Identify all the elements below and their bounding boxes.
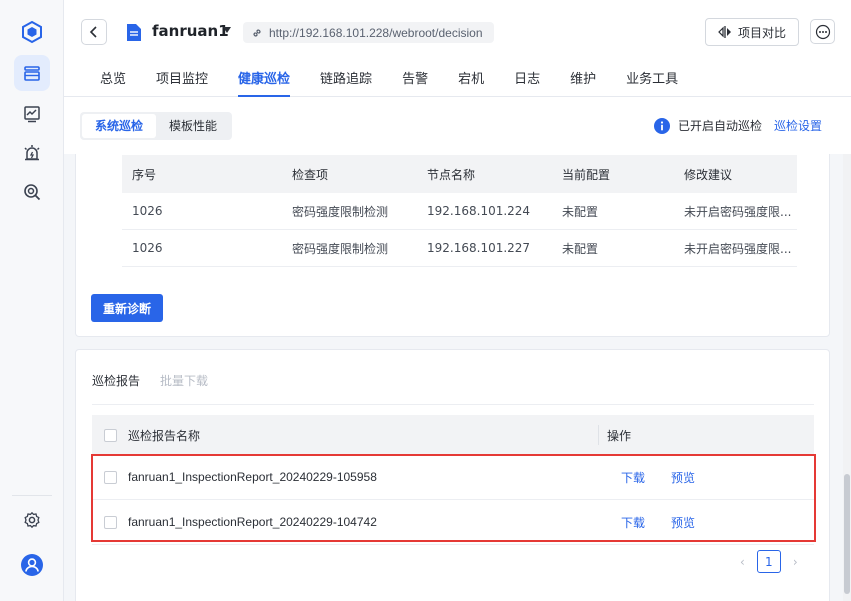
cell-current-config: 未配置 [562, 204, 599, 219]
tab-health-inspection[interactable]: 健康巡检 [238, 60, 291, 97]
report-table-header: 巡检报告名称 操作 [92, 415, 814, 455]
link-icon [253, 28, 261, 37]
report-name: fanruan1_InspectionReport_20240229-10595… [128, 470, 377, 484]
info-icon [654, 117, 670, 134]
report-name: fanruan1_InspectionReport_20240229-10474… [128, 515, 377, 529]
settings-icon[interactable] [14, 502, 50, 538]
inspection-mode-switch: 系统巡检 模板性能 [80, 112, 233, 140]
column-divider [598, 425, 599, 445]
tab-inspection-reports[interactable]: 巡检报告 [92, 372, 140, 389]
preview-link[interactable]: 预览 [671, 469, 695, 486]
back-arrow-icon [89, 26, 97, 38]
inspection-settings-link[interactable]: 巡检设置 [774, 117, 822, 134]
report-card: 巡检报告 批量下载 巡检报告名称 操作 fanruan1_InspectionR… [75, 349, 830, 601]
cell-suggestion: 未开启密码强度限... [684, 241, 792, 256]
cell-suggestion: 未开启密码强度限... [684, 204, 792, 219]
cell-check-item: 密码强度限制检测 [292, 241, 389, 256]
sub-header: 系统巡检 模板性能 已开启自动巡检 巡检设置 [64, 97, 851, 154]
cell-node-name: 192.168.101.227 [427, 241, 531, 255]
col-actions: 操作 [607, 428, 632, 443]
scrollbar[interactable] [843, 154, 851, 601]
pagination: ‹ 1 › [740, 550, 798, 573]
tab-maintenance[interactable]: 维护 [570, 60, 596, 97]
tab-trace[interactable]: 链路追踪 [320, 60, 372, 97]
col-current-config: 当前配置 [562, 167, 611, 182]
cell-check-item: 密码强度限制检测 [292, 204, 389, 219]
more-icon [815, 24, 830, 39]
logo-icon[interactable] [14, 14, 50, 50]
rediagnose-button[interactable]: 重新诊断 [91, 294, 163, 322]
tab-alarm[interactable]: 告警 [402, 60, 428, 97]
monitor-search-icon[interactable] [14, 174, 50, 210]
project-url: http://192.168.101.228/webroot/decision [243, 22, 494, 43]
tab-business-tools[interactable]: 业务工具 [626, 60, 678, 97]
user-avatar-icon[interactable] [14, 547, 50, 583]
check-table-header: 序号 检查项 节点名称 当前配置 修改建议 [122, 155, 797, 193]
select-all-checkbox[interactable] [103, 428, 117, 442]
row-checkbox[interactable] [103, 470, 117, 484]
rail-divider [12, 495, 52, 496]
main-tabs: 总览 项目监控 健康巡检 链路追踪 告警 宕机 日志 维护 业务工具 [100, 60, 678, 97]
preview-link[interactable]: 预览 [671, 514, 695, 531]
auto-inspection-status: 已开启自动巡检 巡检设置 [654, 117, 822, 134]
tab-system-inspection[interactable]: 系统巡检 [82, 114, 157, 138]
next-page-icon[interactable]: › [793, 555, 798, 569]
divider [92, 404, 814, 405]
scrollbar-thumb[interactable] [844, 474, 850, 594]
page-number[interactable]: 1 [756, 550, 781, 573]
tab-log[interactable]: 日志 [514, 60, 540, 97]
cell-current-config: 未配置 [562, 241, 599, 256]
report-tabs: 巡检报告 批量下载 [92, 372, 208, 389]
project-compare-button[interactable]: 项目对比 [705, 18, 799, 46]
chart-icon[interactable] [14, 96, 50, 132]
tab-overview[interactable]: 总览 [100, 60, 126, 97]
tab-project-monitor[interactable]: 项目监控 [156, 60, 208, 97]
main-content: 序号 检查项 节点名称 当前配置 修改建议 1026 密码强度限制检测 192.… [64, 154, 851, 601]
download-link[interactable]: 下载 [621, 514, 645, 531]
cell-index: 1026 [132, 204, 163, 218]
project-name[interactable]: fanruan1 [152, 22, 229, 40]
col-index: 序号 [132, 167, 157, 182]
col-report-name: 巡检报告名称 [128, 428, 201, 443]
url-text: http://192.168.101.228/webroot/decision [269, 25, 483, 40]
col-check-item: 检查项 [292, 167, 329, 182]
row-checkbox[interactable] [103, 515, 117, 529]
auto-status-text: 已开启自动巡检 [678, 119, 763, 133]
cell-index: 1026 [132, 241, 163, 255]
col-suggestion: 修改建议 [684, 167, 733, 182]
check-table: 序号 检查项 节点名称 当前配置 修改建议 1026 密码强度限制检测 192.… [122, 155, 797, 267]
col-node-name: 节点名称 [427, 167, 476, 182]
report-table: 巡检报告名称 操作 fanruan1_InspectionReport_2024… [92, 415, 814, 545]
project-file-icon [126, 23, 142, 45]
compare-icon [718, 26, 731, 38]
download-link[interactable]: 下载 [621, 469, 645, 486]
alarm-icon[interactable] [14, 135, 50, 171]
batch-download-button[interactable]: 批量下载 [160, 372, 208, 389]
project-dropdown-caret-icon[interactable] [223, 27, 231, 33]
more-options-button[interactable] [810, 19, 835, 44]
table-row: fanruan1_InspectionReport_20240229-10595… [92, 455, 814, 500]
table-row: 1026 密码强度限制检测 192.168.101.224 未配置 未开启密码强… [122, 193, 797, 230]
table-row: fanruan1_InspectionReport_20240229-10474… [92, 500, 814, 545]
compare-label: 项目对比 [737, 25, 786, 40]
table-row: 1026 密码强度限制检测 192.168.101.227 未配置 未开启密码强… [122, 230, 797, 267]
prev-page-icon[interactable]: ‹ [740, 555, 745, 569]
dashboard-icon[interactable] [14, 55, 50, 91]
sidebar-rail [0, 0, 64, 601]
tab-downtime[interactable]: 宕机 [458, 60, 484, 97]
top-header: fanruan1 http://192.168.101.228/webroot/… [64, 0, 851, 97]
check-result-card: 序号 检查项 节点名称 当前配置 修改建议 1026 密码强度限制检测 192.… [75, 154, 830, 337]
cell-node-name: 192.168.101.224 [427, 204, 531, 218]
back-button[interactable] [81, 19, 107, 45]
tab-template-performance[interactable]: 模板性能 [156, 114, 230, 138]
